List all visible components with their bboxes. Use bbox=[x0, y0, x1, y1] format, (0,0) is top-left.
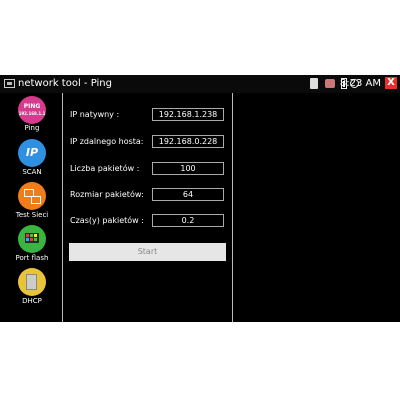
sidebar-divider bbox=[62, 93, 63, 322]
packet-size-field[interactable]: 64 bbox=[152, 188, 224, 201]
port-flash-icon bbox=[18, 225, 46, 253]
packet-interval-label: Czas(y) pakietów : bbox=[70, 216, 144, 225]
status-time: 8:23 AM bbox=[339, 78, 381, 89]
sidebar-item-label: Ping bbox=[24, 124, 40, 132]
camera-icon bbox=[325, 79, 335, 88]
network-tool-icon bbox=[4, 79, 15, 88]
ping-icon-subtext: 192.168.1.1 bbox=[18, 111, 46, 116]
sidebar-item-label: DHCP bbox=[22, 297, 42, 305]
remote-host-field[interactable]: 192.168.0.228 bbox=[152, 135, 224, 148]
scan-icon: IP bbox=[18, 139, 46, 167]
network-test-icon bbox=[18, 182, 46, 210]
sd-card-icon bbox=[310, 78, 318, 89]
local-ip-label: IP natywny : bbox=[70, 110, 120, 119]
dhcp-icon bbox=[18, 268, 46, 296]
panel-divider bbox=[232, 93, 233, 322]
sidebar-item-label: Test Sieci bbox=[15, 211, 49, 219]
packet-interval-field[interactable]: 0.2 bbox=[152, 214, 224, 227]
sidebar-item-label: SCAN bbox=[22, 168, 42, 176]
title-bar: network tool - Ping 8:23 AM X bbox=[0, 75, 400, 93]
start-button[interactable]: Start bbox=[69, 243, 226, 261]
sidebar: PING 192.168.1.1 Ping IP SCAN Test Sieci bbox=[7, 93, 57, 322]
device-screen: network tool - Ping 8:23 AM X PING 192.1… bbox=[0, 75, 400, 322]
close-icon: X bbox=[387, 77, 395, 88]
local-ip-field[interactable]: 192.168.1.238 bbox=[152, 108, 224, 121]
packet-count-label: Liczba pakietów : bbox=[70, 164, 140, 173]
remote-host-label: IP zdalnego hosta: bbox=[70, 137, 144, 146]
packet-size-label: Rozmiar pakietów: bbox=[70, 190, 144, 199]
close-button[interactable]: X bbox=[385, 77, 397, 89]
sidebar-item-label: Port flash bbox=[15, 254, 49, 262]
scan-icon-text: IP bbox=[25, 146, 39, 159]
packet-count-field[interactable]: 100 bbox=[152, 162, 224, 175]
window-title: network tool - Ping bbox=[18, 78, 112, 89]
ping-icon: PING 192.168.1.1 bbox=[18, 96, 46, 124]
ping-icon-text: PING bbox=[23, 103, 41, 110]
